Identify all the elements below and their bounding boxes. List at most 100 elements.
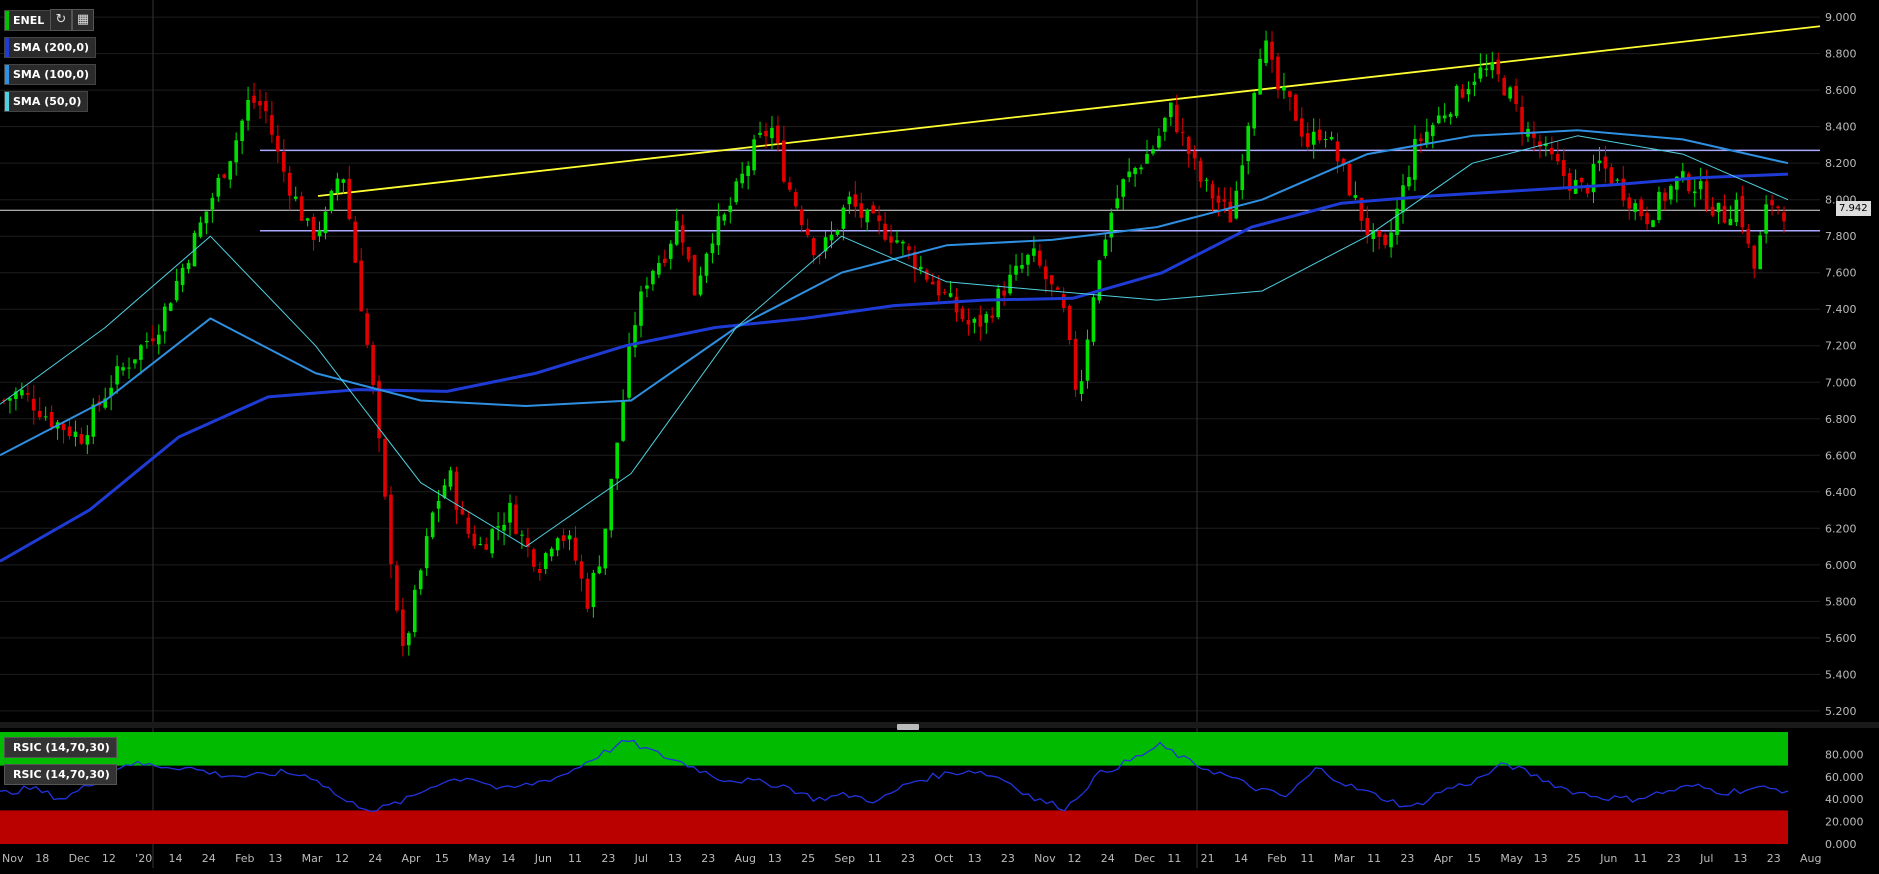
- candle-body: [329, 190, 334, 212]
- x-tick-label: 11: [1167, 852, 1181, 865]
- rsi-tick-label: 60.000: [1825, 771, 1864, 784]
- x-tick-label: 23: [601, 852, 615, 865]
- candle-body: [1591, 163, 1596, 193]
- candle-body: [1752, 245, 1757, 269]
- candle-body: [680, 225, 685, 243]
- candle-body: [704, 253, 709, 276]
- candle-body: [579, 561, 584, 579]
- candle-body: [228, 161, 233, 180]
- candle-body: [1198, 160, 1203, 182]
- y-tick-label: 9.000: [1825, 11, 1857, 24]
- x-tick-label: Jun: [534, 852, 552, 865]
- candle-body: [335, 178, 340, 194]
- candle-body: [1294, 94, 1298, 121]
- candle-body: [496, 526, 500, 528]
- candle-body: [1210, 184, 1215, 199]
- x-tick-label: 21: [1201, 852, 1215, 865]
- candle-body: [73, 431, 78, 437]
- candle-body: [1299, 118, 1304, 137]
- candle-body: [1383, 234, 1387, 246]
- candle-body: [1091, 297, 1096, 342]
- candle-body: [859, 203, 864, 218]
- candle-body: [1032, 248, 1036, 256]
- candle-body: [305, 218, 310, 221]
- candle-body: [627, 346, 631, 398]
- candle-body: [645, 285, 649, 289]
- candle-body: [1502, 77, 1507, 96]
- x-tick-label: Jul: [634, 852, 648, 865]
- candle-body: [1472, 81, 1477, 86]
- candle-body: [603, 528, 608, 569]
- candle-body: [537, 569, 542, 574]
- x-tick-label: 11: [1367, 852, 1381, 865]
- candle-body: [1174, 104, 1179, 132]
- refresh-button[interactable]: ↻: [50, 9, 72, 31]
- candle-body: [323, 211, 328, 234]
- x-tick-label: May: [468, 852, 491, 865]
- candle-body: [847, 196, 852, 205]
- candle-body: [1698, 181, 1703, 190]
- candle-body: [1305, 133, 1310, 147]
- x-tick-label: Aug: [735, 852, 756, 865]
- candle-body: [1234, 190, 1239, 219]
- candle-body: [1240, 165, 1245, 191]
- candle-body: [448, 470, 453, 487]
- y-tick-label: 6.000: [1825, 559, 1857, 572]
- candle-body: [276, 135, 280, 152]
- candle-body: [811, 238, 816, 256]
- symbol-label: ENEL: [13, 14, 45, 27]
- indicator-tag-sma50[interactable]: SMA (50,0): [4, 91, 89, 112]
- candle-body: [1776, 206, 1780, 209]
- candle-body: [960, 308, 965, 320]
- candle-body: [746, 165, 750, 177]
- rsi-tick-label: 20.000: [1825, 816, 1864, 829]
- panel-splitter-handle[interactable]: [897, 724, 919, 730]
- candle-body: [573, 537, 578, 561]
- candle-body: [502, 524, 506, 531]
- candle-body: [490, 529, 494, 554]
- chart-settings-button[interactable]: ▦: [72, 9, 94, 31]
- rsi-tag-2[interactable]: RSIC (14,70,30): [4, 764, 117, 785]
- candle-body: [639, 291, 643, 326]
- candle-body: [401, 609, 405, 647]
- rsi-tag-1[interactable]: RSIC (14,70,30): [4, 737, 117, 758]
- indicator-label: SMA (100,0): [13, 68, 90, 81]
- candle-body: [1627, 197, 1632, 209]
- indicator-tag-sma200[interactable]: SMA (200,0): [4, 37, 97, 58]
- candle-body: [1270, 41, 1274, 60]
- candle-body: [407, 633, 411, 646]
- x-tick-label: Dec: [1134, 852, 1155, 865]
- candle-body: [776, 125, 780, 144]
- chart-canvas[interactable]: 9.0008.8008.6008.4008.2008.0007.8007.600…: [0, 0, 1879, 874]
- candle-body: [1555, 153, 1560, 162]
- candle-body: [1157, 135, 1161, 148]
- candle-body: [1579, 177, 1584, 183]
- candle-body: [561, 535, 566, 541]
- y-tick-label: 7.800: [1825, 230, 1857, 243]
- y-tick-label: 5.400: [1825, 668, 1857, 681]
- candle-body: [139, 345, 143, 360]
- candle-body: [686, 247, 691, 260]
- candle-body: [651, 270, 655, 285]
- candle-body: [91, 404, 96, 437]
- candle-body: [853, 194, 858, 207]
- indicator-tag-sma100[interactable]: SMA (100,0): [4, 64, 97, 85]
- candle-body: [1425, 131, 1429, 145]
- candle-body: [442, 485, 447, 498]
- candle-body: [186, 263, 191, 270]
- rsi-axis-labels: 80.000 60.000 40.000 20.000 0.000: [1825, 748, 1864, 851]
- symbol-tag[interactable]: ENEL: [4, 10, 52, 31]
- candle-body: [543, 553, 548, 569]
- candle-body: [1079, 381, 1084, 394]
- candle-body: [936, 280, 941, 296]
- candle-body: [1508, 87, 1512, 99]
- x-tick-label: Mar: [302, 852, 323, 865]
- candle-body: [1639, 199, 1643, 217]
- candle-body: [1561, 160, 1566, 176]
- candle-body: [1145, 153, 1149, 164]
- candle-body: [127, 367, 131, 369]
- candle-body: [210, 197, 215, 210]
- x-tick-label: 14: [501, 852, 515, 865]
- candle-body: [1740, 195, 1745, 228]
- x-tick-label: 13: [768, 852, 782, 865]
